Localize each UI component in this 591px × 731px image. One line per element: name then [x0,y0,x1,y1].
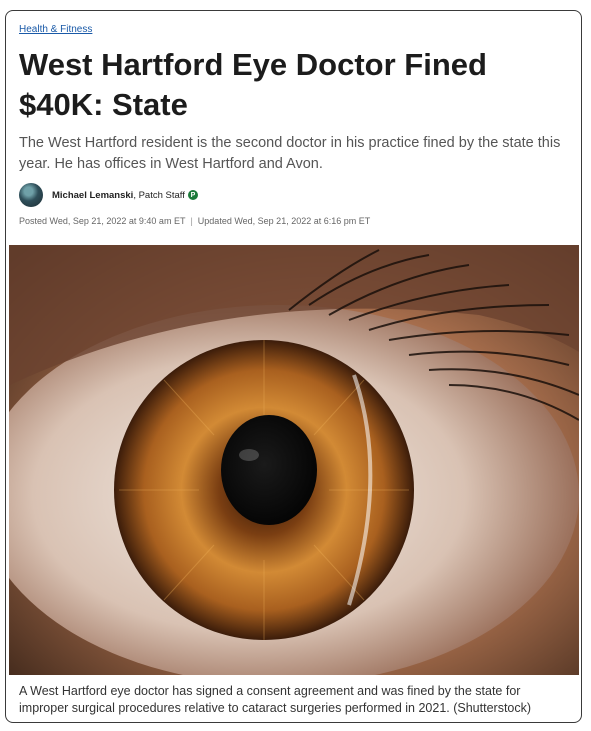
posted-date: Posted Wed, Sep 21, 2022 at 9:40 am ET [19,216,186,226]
article-dek: The West Hartford resident is the second… [19,135,561,172]
byline: Michael Lemanski , Patch Staff P [19,183,198,207]
updated-date: Updated Wed, Sep 21, 2022 at 6:16 pm ET [197,216,371,226]
article-card: Health & Fitness West Hartford Eye Docto… [5,10,582,723]
article-dates: Posted Wed, Sep 21, 2022 at 9:40 am ET | U… [19,216,370,226]
patch-badge-icon: P [187,190,198,200]
article-headline: West Hartford Eye Doctor Fined $40K: Sta… [19,47,487,122]
category-link[interactable]: Health & Fitness [19,24,92,35]
author-role-text: Patch Staff [138,189,185,201]
author-name[interactable]: Michael Lemanski [52,190,133,201]
author-avatar[interactable] [19,183,43,207]
eye-closeup-image [9,245,579,675]
author-role: , Patch Staff [133,189,185,201]
image-caption: A West Hartford eye doctor has signed a … [19,684,532,715]
hero-image [9,245,579,675]
date-separator: | [190,216,193,226]
